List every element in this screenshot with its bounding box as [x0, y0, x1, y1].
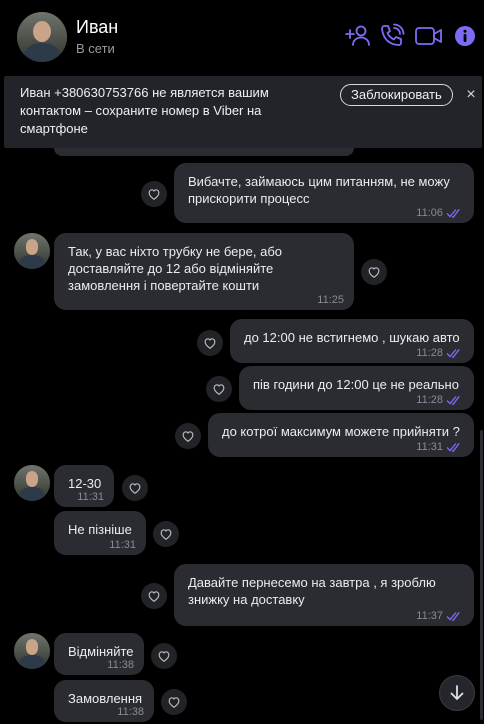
like-icon[interactable] — [361, 259, 387, 285]
previous-message-edge — [54, 148, 354, 156]
message-text: пів години до 12:00 це не реально — [253, 377, 459, 392]
block-button[interactable]: Заблокировать — [340, 84, 453, 106]
message-time: 11:38 — [107, 659, 134, 671]
outgoing-message[interactable]: до 12:00 не встигнемо , шукаю авто 11:28 — [230, 319, 474, 363]
read-check-icon — [446, 395, 460, 405]
chat-header: Иван В сети — [0, 0, 484, 76]
contact-avatar[interactable] — [17, 12, 67, 62]
message-text: замовлення і повертайте кошти — [68, 278, 260, 293]
message-time: 11:06 — [416, 207, 443, 219]
message-text: до 12:00 не встигнемо , шукаю авто — [244, 330, 460, 345]
like-icon[interactable] — [161, 689, 187, 715]
like-icon[interactable] — [151, 643, 177, 669]
message-text: Вибачте, займаюсь цим питанням, не можу — [188, 174, 450, 189]
sender-avatar[interactable] — [14, 633, 50, 669]
read-check-icon — [446, 611, 460, 621]
message-time: 11:31 — [77, 491, 104, 503]
read-check-icon — [446, 348, 460, 358]
add-contact-icon[interactable] — [345, 22, 373, 50]
arrow-down-icon — [450, 685, 464, 700]
message-text: Давайте пернесемо на завтра , я зроблю — [188, 575, 436, 590]
message-text: знижку на доставку — [188, 592, 305, 607]
like-icon[interactable] — [122, 475, 148, 501]
message-time: 11:28 — [416, 347, 443, 359]
like-icon[interactable] — [206, 376, 232, 402]
message-text: Відміняйте — [68, 644, 134, 659]
message-time: 11:28 — [416, 394, 443, 406]
message-time: 11:25 — [317, 294, 344, 306]
incoming-message[interactable]: Відміняйте 11:38 — [54, 633, 144, 675]
banner-text: Иван +380630753766 не является вашим кон… — [20, 85, 269, 136]
close-icon[interactable]: × — [462, 86, 480, 104]
like-icon[interactable] — [141, 583, 167, 609]
outgoing-message[interactable]: Вибачте, займаюсь цим питанням, не можу п… — [174, 163, 474, 223]
contact-status: В сети — [76, 41, 115, 56]
sender-avatar[interactable] — [14, 233, 50, 269]
incoming-message[interactable]: Замовлення 11:38 — [54, 680, 154, 722]
message-text: Не пізніше — [68, 522, 132, 537]
outgoing-message[interactable]: до котрої максимум можете прийняти ? 11:… — [208, 413, 474, 457]
like-icon[interactable] — [175, 423, 201, 449]
unknown-contact-banner: Иван +380630753766 не является вашим кон… — [4, 76, 482, 148]
read-check-icon — [446, 442, 460, 452]
like-icon[interactable] — [153, 521, 179, 547]
sender-avatar[interactable] — [14, 465, 50, 501]
scrollbar[interactable] — [480, 430, 483, 720]
read-check-icon — [446, 208, 460, 218]
like-icon[interactable] — [197, 330, 223, 356]
message-text: 12-30 — [68, 476, 102, 491]
incoming-message[interactable]: 12-30 11:31 — [54, 465, 114, 507]
message-time: 11:38 — [117, 706, 144, 718]
message-text: доставляйте до 12 або відміняйте — [68, 261, 274, 276]
message-text: Так, у вас ніхто трубку не бере, або — [68, 244, 282, 259]
info-icon[interactable] — [454, 25, 476, 47]
message-text: до котрої максимум можете прийняти ? — [222, 424, 460, 439]
message-time: 11:31 — [109, 539, 136, 551]
video-call-icon[interactable] — [414, 22, 444, 50]
contact-name[interactable]: Иван — [76, 17, 118, 38]
message-text: прискорити процесс — [188, 191, 310, 206]
scroll-to-bottom-button[interactable] — [439, 675, 475, 711]
outgoing-message[interactable]: Давайте пернесемо на завтра , я зроблю зн… — [174, 564, 474, 626]
incoming-message[interactable]: Так, у вас ніхто трубку не бере, або дост… — [54, 233, 354, 310]
incoming-message[interactable]: Не пізніше 11:31 — [54, 511, 146, 555]
message-time: 11:31 — [416, 441, 443, 453]
outgoing-message[interactable]: пів години до 12:00 це не реально 11:28 — [239, 366, 474, 410]
call-icon[interactable] — [378, 22, 406, 50]
like-icon[interactable] — [141, 181, 167, 207]
message-time: 11:37 — [416, 610, 443, 622]
message-text: Замовлення — [68, 691, 143, 706]
